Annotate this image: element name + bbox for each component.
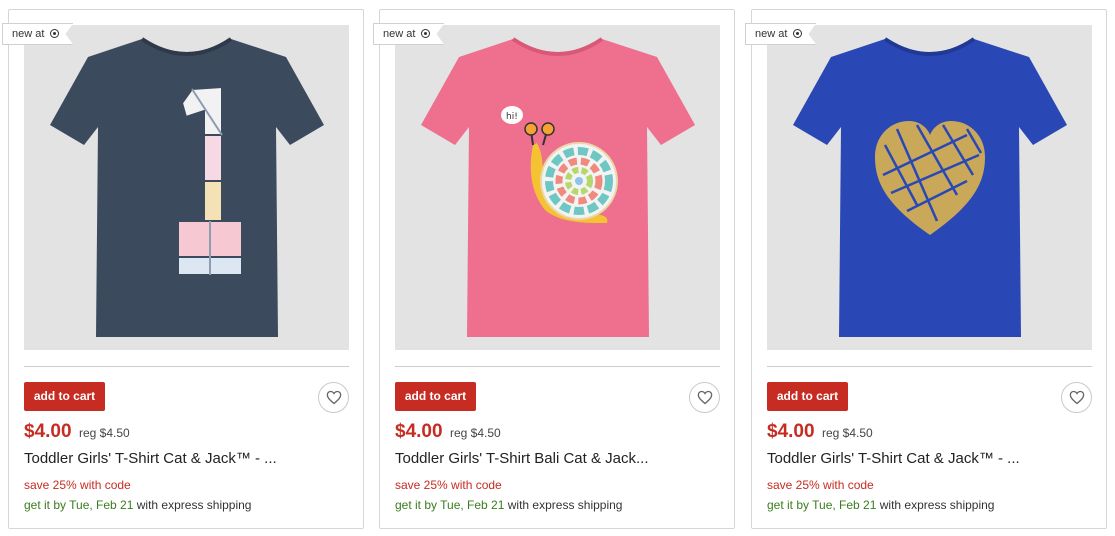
shipping-info: get it by Tue, Feb 21 with express shipp…: [767, 498, 994, 512]
delivery-date: get it by Tue, Feb 21: [395, 498, 505, 512]
add-to-cart-button[interactable]: add to cart: [395, 382, 476, 411]
regular-price: reg $4.50: [822, 426, 873, 440]
shipping-info: get it by Tue, Feb 21 with express shipp…: [395, 498, 622, 512]
target-logo-icon: [421, 29, 430, 38]
divider: [24, 366, 349, 367]
product-image[interactable]: [24, 25, 349, 350]
regular-price: reg $4.50: [450, 426, 501, 440]
product-title-link[interactable]: Toddler Girls' T-Shirt Bali Cat & Jack..…: [395, 450, 720, 467]
tshirt-image: hi!: [421, 37, 695, 337]
shipping-method: with express shipping: [507, 498, 623, 512]
divider: [395, 366, 720, 367]
price-row: $4.00 reg $4.50: [767, 421, 873, 443]
add-to-cart-button[interactable]: add to cart: [767, 382, 848, 411]
product-image[interactable]: [767, 25, 1092, 350]
sale-price: $4.00: [24, 421, 72, 442]
product-title-link[interactable]: Toddler Girls' T-Shirt Cat & Jack™ - ...: [767, 450, 1092, 467]
promo-text: save 25% with code: [767, 478, 874, 492]
shipping-info: get it by Tue, Feb 21 with express shipp…: [24, 498, 251, 512]
badge-label: new at: [383, 28, 416, 40]
product-title-link[interactable]: Toddler Girls' T-Shirt Cat & Jack™ - ...: [24, 450, 349, 467]
product-image[interactable]: hi!: [395, 25, 720, 350]
product-card: new at hi! add to cart $4.00 reg $4.50 T…: [379, 9, 735, 529]
sale-price: $4.00: [767, 421, 815, 442]
badge-label: new at: [12, 28, 45, 40]
favorite-button[interactable]: [318, 382, 349, 413]
heart-outline-icon: [697, 390, 712, 405]
heart-outline-icon: [326, 390, 341, 405]
price-row: $4.00 reg $4.50: [395, 421, 501, 443]
svg-text:hi!: hi!: [506, 112, 518, 122]
shipping-method: with express shipping: [879, 498, 995, 512]
promo-text: save 25% with code: [24, 478, 131, 492]
favorite-button[interactable]: [689, 382, 720, 413]
target-logo-icon: [50, 29, 59, 38]
badge-label: new at: [755, 28, 788, 40]
regular-price: reg $4.50: [79, 426, 130, 440]
price-row: $4.00 reg $4.50: [24, 421, 130, 443]
tshirt-image: [793, 37, 1067, 337]
new-at-target-badge: new at: [745, 23, 816, 45]
add-to-cart-button[interactable]: add to cart: [24, 382, 105, 411]
heart-outline-icon: [1069, 390, 1084, 405]
divider: [767, 366, 1092, 367]
delivery-date: get it by Tue, Feb 21: [24, 498, 134, 512]
new-at-target-badge: new at: [2, 23, 73, 45]
sale-price: $4.00: [395, 421, 443, 442]
delivery-date: get it by Tue, Feb 21: [767, 498, 877, 512]
product-card: new at add to cart $4.00 reg $4.50 Toddl…: [8, 9, 364, 529]
target-logo-icon: [793, 29, 802, 38]
favorite-button[interactable]: [1061, 382, 1092, 413]
promo-text: save 25% with code: [395, 478, 502, 492]
product-grid: new at add to cart $4.00 reg $4.50 Toddl…: [8, 9, 1108, 529]
new-at-target-badge: new at: [373, 23, 444, 45]
shipping-method: with express shipping: [136, 498, 252, 512]
product-card: new at add to cart $4.00 reg $4.50 Toddl…: [751, 9, 1107, 529]
tshirt-image: [50, 37, 324, 337]
